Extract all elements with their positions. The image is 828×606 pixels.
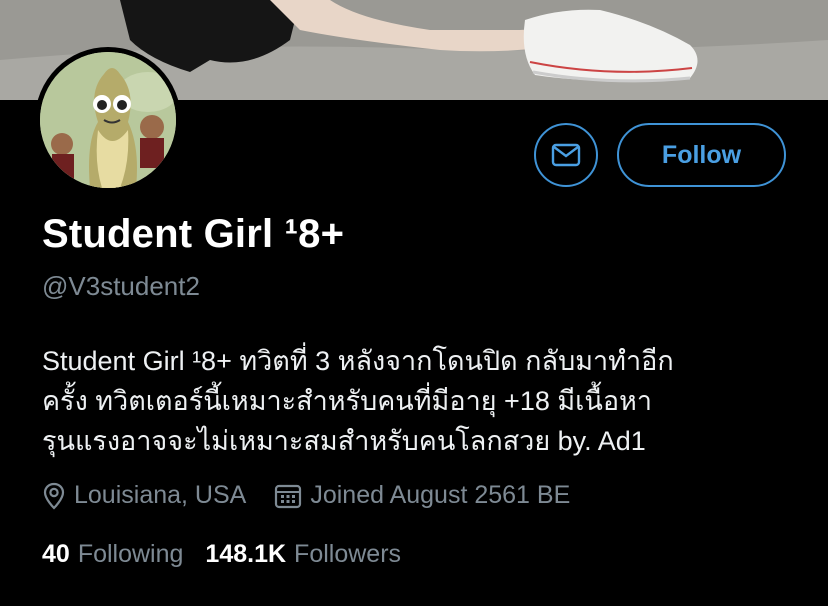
following-label: Following [77, 540, 184, 568]
message-button[interactable] [534, 123, 598, 187]
bio-line: รุนแรงอาจจะไม่เหมาะสมสำหรับคนโลกสวย by. … [42, 426, 646, 456]
joined-text: Joined August 2561 BE [310, 481, 571, 509]
profile-stats: 40 Following 148.1K Followers [42, 540, 423, 569]
location-pin-icon [43, 482, 65, 510]
profile-name: Student Girl ¹8+ [42, 212, 345, 256]
follow-button[interactable]: Follow [617, 123, 786, 187]
profile-bio: Student Girl ¹8+ ทวิตที่ 3 หลังจากโดนปิด… [42, 341, 812, 461]
profile-meta: Louisiana, USA Joined August 2561 BE [42, 481, 570, 510]
profile-avatar[interactable] [35, 47, 181, 193]
followers-count: 148.1K [205, 540, 287, 568]
following-link[interactable]: 40 Following [42, 540, 183, 569]
bio-line: Student Girl ¹8+ ทวิตที่ 3 หลังจากโดนปิด… [42, 346, 674, 376]
profile-handle: @V3student2 [42, 271, 200, 301]
envelope-icon [551, 143, 581, 167]
location: Louisiana, USA [42, 481, 246, 510]
avatar-image [40, 52, 176, 188]
followers-link[interactable]: 148.1K Followers [205, 540, 401, 569]
location-text: Louisiana, USA [74, 481, 247, 509]
followers-label: Followers [294, 540, 402, 568]
calendar-icon [275, 484, 302, 508]
following-count: 40 [42, 540, 70, 568]
joined-date: Joined August 2561 BE [274, 481, 570, 510]
bio-line: ครั้ง ทวิตเตอร์นี้เหมาะสำหรับคนที่มีอายุ… [42, 386, 653, 416]
